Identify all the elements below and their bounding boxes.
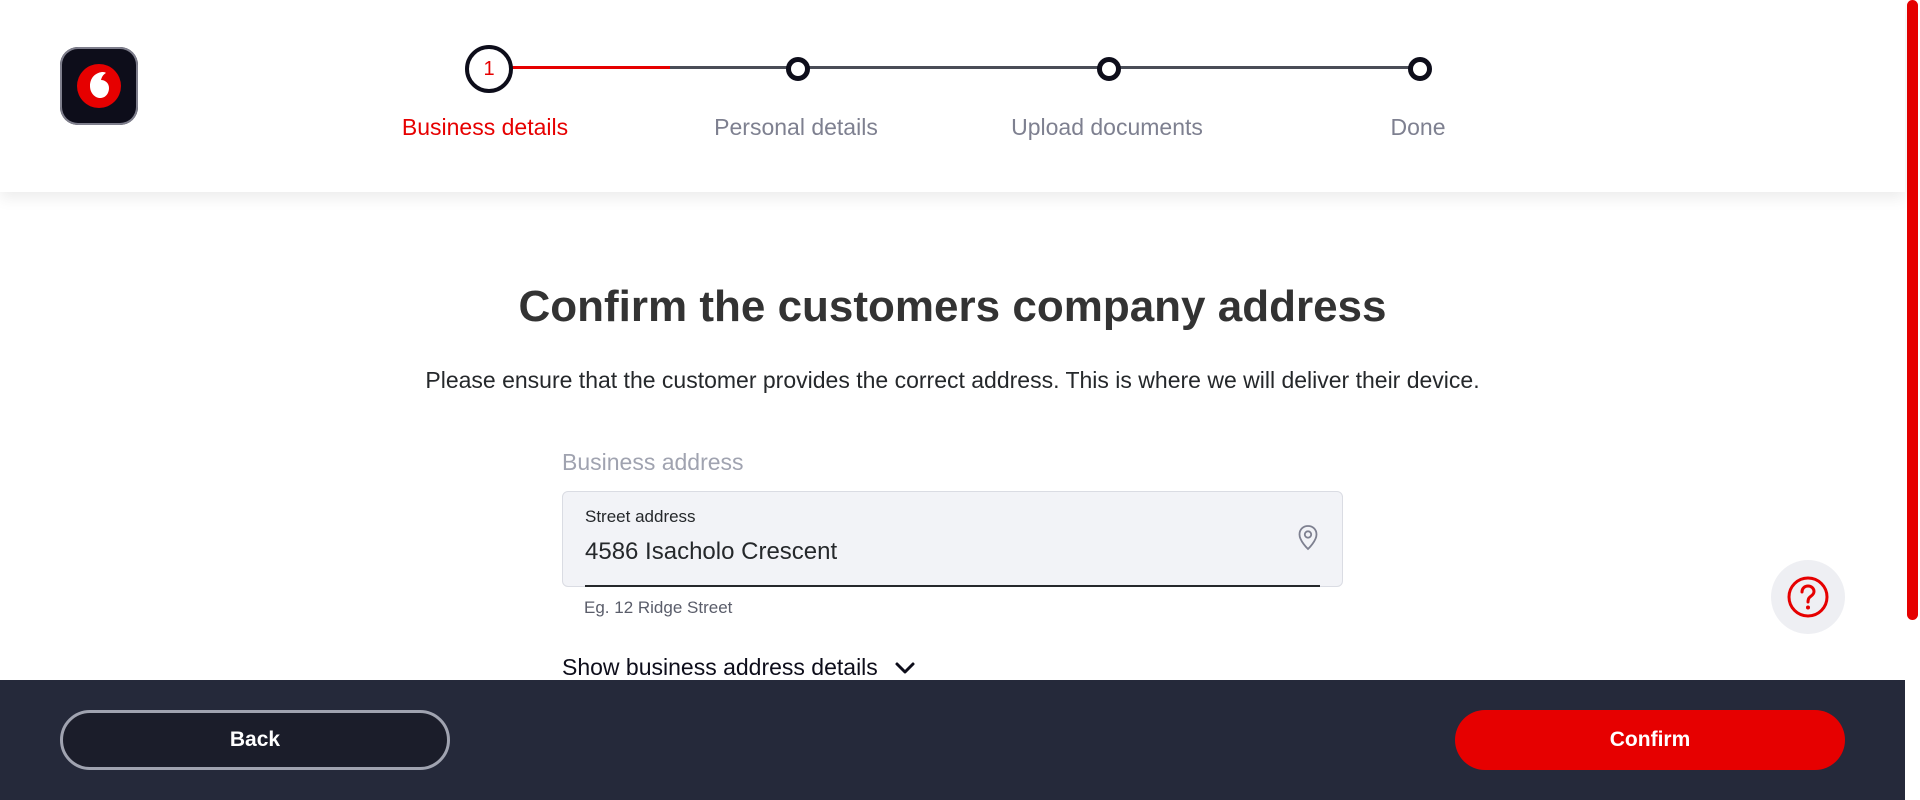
- chevron-down-icon: [895, 662, 915, 673]
- help-question-icon: [1787, 576, 1829, 618]
- step-label-personal-details: Personal details: [714, 114, 878, 140]
- show-address-details-label: Show business address details: [562, 654, 878, 680]
- field-underline: [585, 585, 1320, 587]
- page-subtitle: Please ensure that the customer provides…: [425, 367, 1480, 393]
- stepper-progress-line: [505, 66, 670, 69]
- step-label-done: Done: [1390, 114, 1446, 140]
- location-pin-icon[interactable]: [1296, 524, 1320, 552]
- street-address-label: Street address: [585, 507, 696, 526]
- street-address-field[interactable]: Street address: [562, 491, 1343, 587]
- step-1-number: 1: [483, 57, 495, 80]
- stepper-track-line: [670, 66, 1411, 69]
- confirm-button[interactable]: Confirm: [1455, 710, 1845, 770]
- help-button[interactable]: [1771, 560, 1845, 634]
- page-title: Confirm the customers company address: [518, 282, 1387, 331]
- vodafone-logo-mark: [77, 64, 121, 108]
- business-address-section-label: Business address: [562, 449, 744, 475]
- footer-bar: Back Confirm: [0, 680, 1905, 800]
- street-address-hint: Eg. 12 Ridge Street: [584, 598, 733, 617]
- show-address-details-toggle[interactable]: Show business address details: [562, 654, 916, 681]
- back-button[interactable]: Back: [60, 710, 450, 770]
- step-label-business-details: Business details: [401, 114, 569, 140]
- scrollbar-thumb[interactable]: [1907, 0, 1918, 620]
- top-header: 1 Business details Personal details Uplo…: [0, 0, 1905, 192]
- step-4-indicator: [1408, 57, 1432, 81]
- vodafone-logo-icon[interactable]: [60, 47, 138, 125]
- page-scrollbar[interactable]: [1905, 0, 1920, 800]
- step-3-indicator: [1097, 57, 1121, 81]
- step-2-indicator: [786, 57, 810, 81]
- street-address-input[interactable]: [585, 534, 1265, 570]
- step-label-upload-documents: Upload documents: [1011, 114, 1203, 140]
- step-1-indicator: 1: [465, 45, 513, 93]
